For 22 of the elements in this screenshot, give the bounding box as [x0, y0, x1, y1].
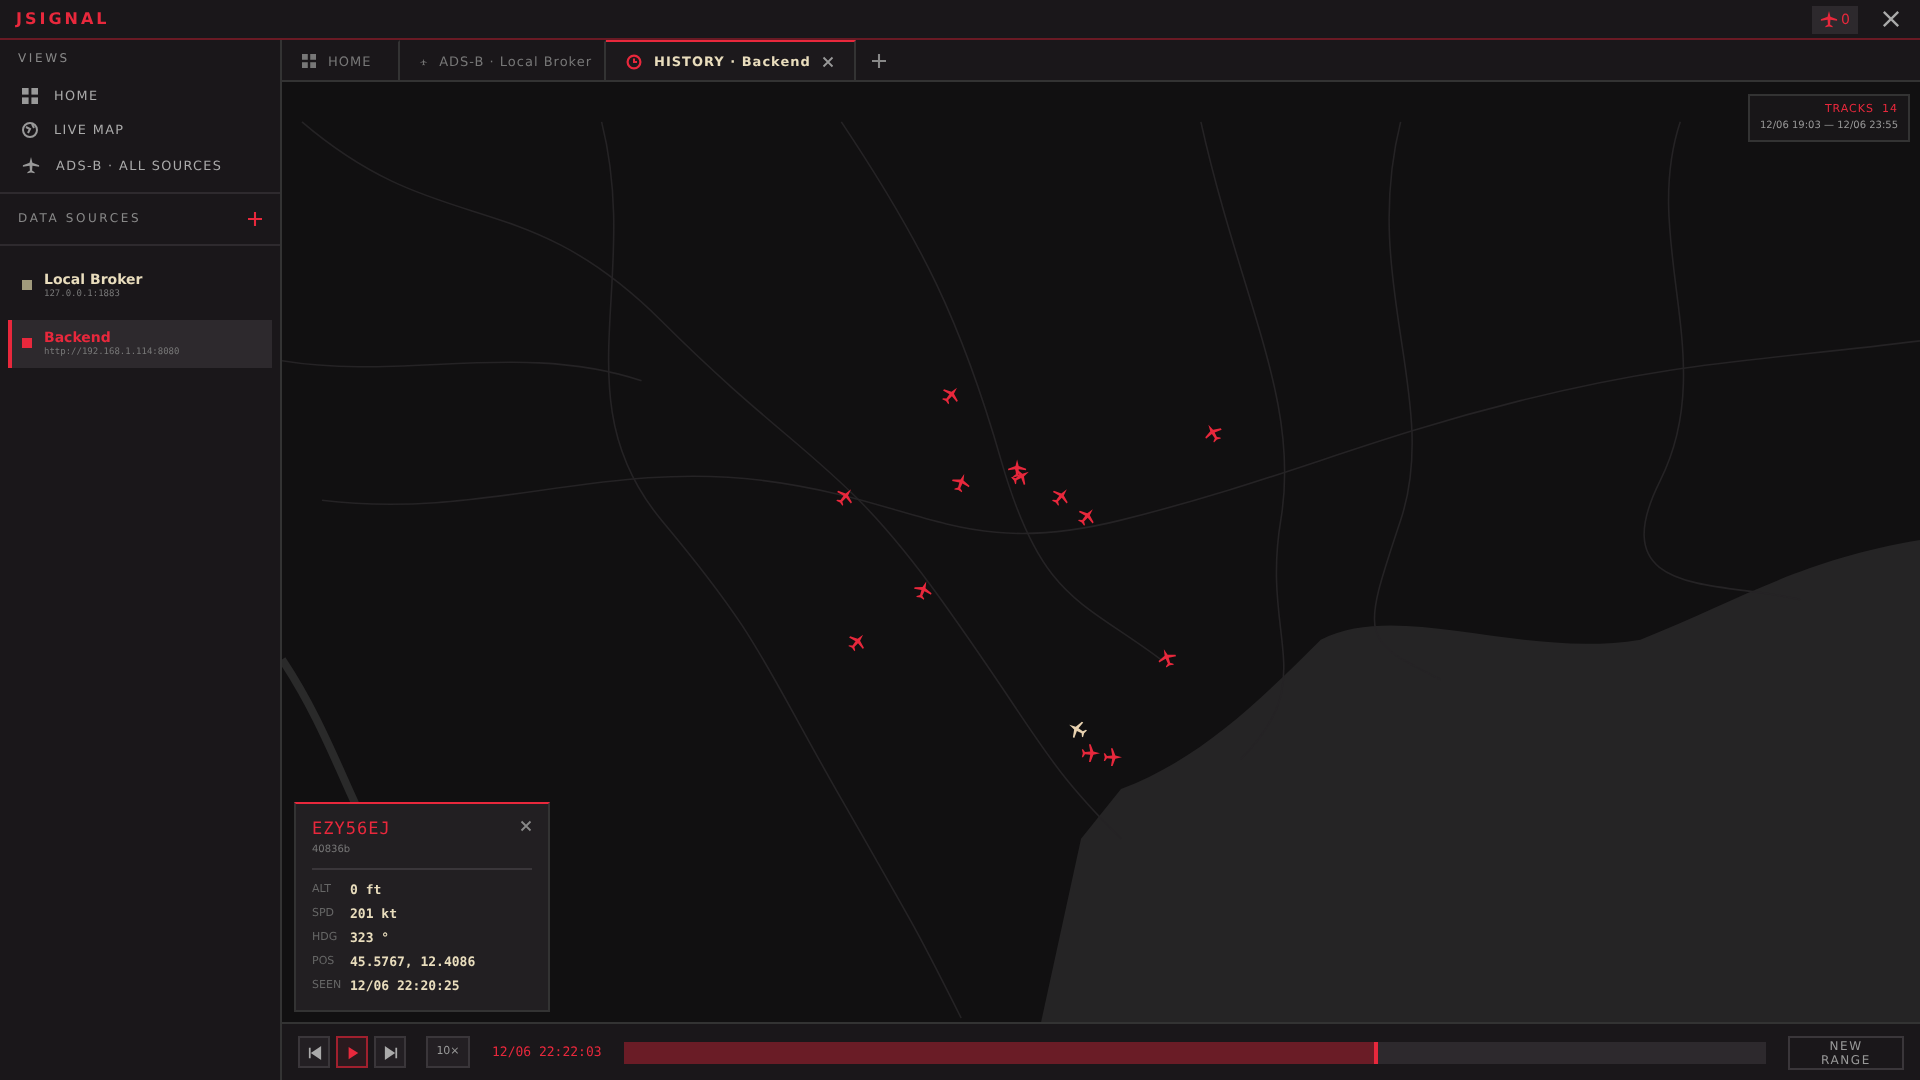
skip-back-button[interactable]	[298, 1036, 330, 1068]
plane-icon	[420, 53, 428, 69]
history-icon	[626, 53, 642, 69]
globe-icon	[22, 122, 38, 139]
close-icon[interactable]	[520, 820, 532, 832]
close-icon[interactable]	[1882, 10, 1900, 28]
play-button[interactable]	[336, 1036, 368, 1068]
aircraft-icon[interactable]	[1069, 721, 1087, 738]
add-tab-icon[interactable]	[872, 53, 887, 67]
add-icon[interactable]	[248, 211, 262, 225]
skip-forward-button[interactable]	[374, 1036, 406, 1068]
plane-icon	[22, 156, 40, 175]
close-icon[interactable]	[822, 55, 835, 67]
plane-icon	[1819, 10, 1838, 28]
grid-icon	[302, 54, 316, 68]
app-logo: JSIGNAL	[16, 10, 110, 28]
skip-back-icon	[307, 1045, 321, 1059]
callsign: EZY56EJ	[312, 820, 391, 840]
grid-icon	[22, 87, 38, 104]
timeline-track[interactable]	[623, 1041, 1766, 1063]
skip-forward-icon	[383, 1045, 397, 1059]
play-icon	[345, 1045, 359, 1059]
